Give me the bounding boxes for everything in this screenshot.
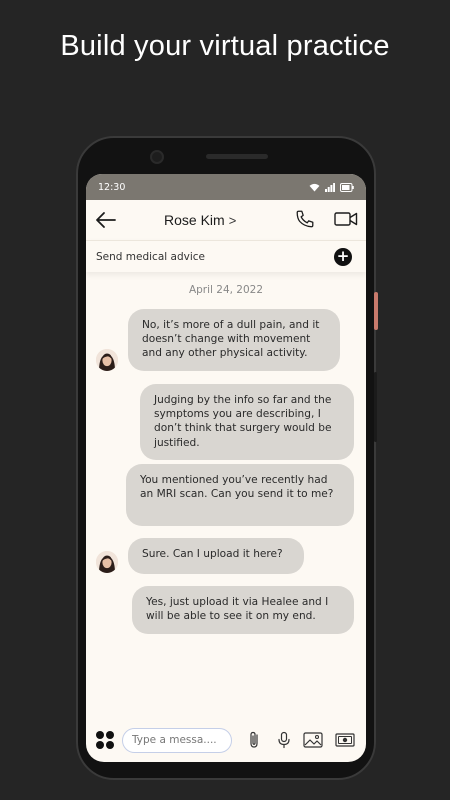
message-bubble-outgoing: Yes, just upload it via Healee and I wil… — [132, 586, 354, 634]
battery-icon — [340, 182, 354, 192]
headline: Build your virtual practice — [60, 30, 390, 62]
message-bubble-outgoing: Judging by the info so far and the sympt… — [140, 384, 354, 460]
message-bubble-incoming: No, it’s more of a dull pain, and it doe… — [128, 309, 340, 371]
video-call-icon[interactable] — [334, 208, 358, 230]
status-bar: 12:30 — [86, 174, 366, 200]
message-input[interactable] — [122, 727, 232, 753]
power-button — [374, 292, 378, 330]
image-gallery-icon[interactable] — [302, 730, 324, 750]
front-camera — [150, 150, 164, 164]
chat-date: April 24, 2022 — [188, 284, 264, 296]
contact-avatar — [96, 551, 118, 573]
chevron-right-icon: > — [228, 212, 237, 228]
chat-header: Rose Kim > — [86, 200, 366, 240]
signal-icon — [325, 182, 335, 192]
back-arrow-icon[interactable] — [94, 208, 118, 232]
contact-name: Rose Kim — [164, 212, 225, 228]
add-advice-plus-icon[interactable]: + — [334, 247, 352, 266]
status-time: 12:30 — [98, 181, 126, 193]
contact-avatar — [96, 349, 118, 371]
send-medical-advice-label: Send medical advice — [96, 250, 205, 263]
status-icons — [309, 182, 354, 192]
contact-name-link[interactable]: Rose Kim > — [164, 200, 236, 240]
send-medical-advice-bar[interactable]: Send medical advice + — [86, 240, 366, 272]
message-composer — [86, 718, 366, 762]
message-bubble-incoming: Sure. Can I upload it here? — [128, 538, 304, 574]
earpiece-speaker — [206, 154, 268, 159]
microphone-icon[interactable] — [274, 730, 294, 750]
volume-button — [374, 372, 377, 442]
apps-grid-icon[interactable] — [96, 731, 114, 749]
phone-call-icon[interactable] — [294, 208, 316, 230]
payment-request-icon[interactable] — [334, 730, 356, 750]
message-bubble-outgoing: You mentioned you’ve recently had an MRI… — [126, 464, 354, 526]
phone-screen: 12:30 Rose Kim > Send medical advice + A… — [86, 174, 366, 762]
paperclip-attach-icon[interactable] — [244, 730, 264, 750]
wifi-icon — [309, 183, 320, 192]
